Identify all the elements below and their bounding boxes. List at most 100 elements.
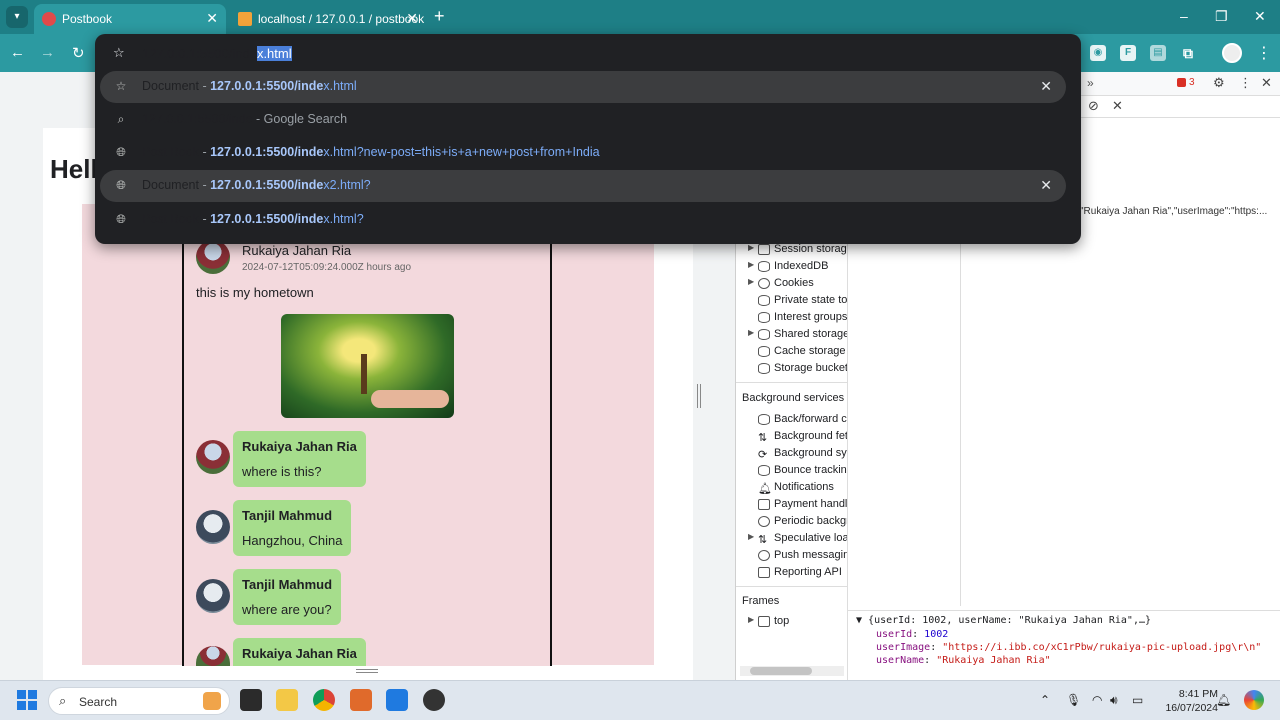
comment-author: Rukaiya Jahan Ria: [242, 439, 357, 454]
suggestion-url-match: 127.0.0.1:5500/inde: [210, 212, 324, 226]
star-icon: ☆: [115, 79, 127, 93]
clear-all-icon[interactable]: ⊘: [1088, 98, 1099, 114]
document-extension-icon[interactable]: ▤: [1150, 45, 1166, 61]
volume-icon[interactable]: 🔊︎: [1110, 693, 1118, 708]
console-prop-userId: userId: 1002: [876, 629, 949, 640]
tree-item-storage-buckets[interactable]: Storage buckets: [736, 361, 847, 377]
tree-item-background-fetch[interactable]: ⇅ Background fetc: [736, 429, 847, 445]
tree-item-indexeddb[interactable]: ▶ IndexedDB: [736, 259, 847, 275]
browser-menu-icon[interactable]: ⋮: [1256, 43, 1272, 63]
tree-item-shared-storage[interactable]: ▶ Shared storage: [736, 327, 847, 343]
remove-suggestion-icon[interactable]: ✕: [1040, 78, 1052, 95]
comment-bubble: Rukaiya Jahan Ria: [233, 638, 366, 666]
suggestion-title: Post Book: [142, 212, 199, 226]
tree-item-background-sync[interactable]: ⟳Background sync: [736, 446, 847, 462]
more-tabs-icon[interactable]: »: [1087, 76, 1094, 90]
tree-item-speculative-loads[interactable]: ▶ ⇅ Speculative load: [736, 531, 847, 547]
tab-postbook[interactable]: Postbook ✕: [34, 4, 226, 34]
comment-avatar: [196, 440, 230, 474]
comment-author: Tanjil Mahmud: [242, 508, 333, 523]
tree-item-session-storage[interactable]: ▶ Session storage: [736, 242, 847, 258]
notifications-bell-icon[interactable]: 🔔︎: [1216, 693, 1231, 707]
search-icon: ⌕: [117, 112, 125, 126]
chrome-icon[interactable]: [313, 689, 335, 711]
start-button-icon[interactable]: [17, 690, 37, 710]
settings-gear-icon[interactable]: ⚙: [1213, 75, 1225, 91]
close-devtools-icon[interactable]: ✕: [1261, 75, 1272, 91]
clock-time: 8:41 PM: [1178, 688, 1218, 700]
tree-item-bounce-tracking[interactable]: Bounce tracking: [736, 463, 847, 479]
profile-avatar[interactable]: [1222, 43, 1242, 63]
tree-item-reporting-api[interactable]: Reporting API: [736, 565, 847, 581]
devtools-menu-icon[interactable]: ⋮: [1239, 75, 1252, 91]
forward-arrow-icon[interactable]: →: [40, 44, 55, 61]
delete-selected-icon[interactable]: ✕: [1112, 98, 1123, 114]
search-highlight-icon: [203, 692, 221, 710]
remove-suggestion-icon[interactable]: ✕: [1040, 177, 1052, 194]
page-favicon-icon: [42, 12, 56, 26]
tree-item-interest-groups[interactable]: Interest groups: [736, 310, 847, 326]
post-author-name: Rukaiya Jahan Ria: [242, 243, 352, 258]
clock-date: 16/07/2024: [1165, 702, 1218, 714]
typed-text: 127.0.0.1:5500/inde: [142, 46, 257, 61]
github-desktop-icon[interactable]: [423, 689, 445, 711]
comment-author: Tanjil Mahmud: [242, 577, 333, 592]
console-object-summary[interactable]: ▼ {userId: 1002, userName: "Rukaiya Jaha…: [856, 615, 1151, 626]
tree-item-cache-storage[interactable]: Cache storage: [736, 344, 847, 360]
new-tab-button[interactable]: +: [434, 6, 445, 27]
minimize-icon[interactable]: –: [1180, 8, 1188, 24]
extensions-puzzle-icon[interactable]: ⧉: [1180, 45, 1196, 61]
devtools-resize-handle[interactable]: [697, 384, 701, 408]
drawer-resize-handle[interactable]: [356, 669, 378, 673]
vscode-icon[interactable]: [386, 689, 408, 711]
comment-avatar: [196, 579, 230, 613]
tree-item-frame-top[interactable]: ▶ top: [736, 614, 847, 630]
battery-icon[interactable]: ▭: [1132, 693, 1143, 707]
task-view-icon[interactable]: [240, 689, 262, 711]
tab-phpmyadmin[interactable]: localhost / 127.0.0.1 / postbook ✕: [230, 4, 426, 34]
tree-item-periodic-background-sync[interactable]: Periodic backgro: [736, 514, 847, 530]
font-extension-icon[interactable]: F: [1120, 45, 1136, 61]
suggestion-url-match: 127.0.0.1:5500/inde: [210, 178, 324, 192]
suggestion-row[interactable]: 🌐︎ Post Book - 127.0.0.1:5500/index.html…: [100, 137, 1066, 169]
tree-item-cookies[interactable]: ▶ Cookies: [736, 276, 847, 292]
tree-item-push-messaging[interactable]: Push messaging: [736, 548, 847, 564]
tray-overflow-icon[interactable]: ⌃: [1040, 693, 1050, 707]
tree-item-notifications[interactable]: 🔔︎ Notifications: [736, 480, 847, 496]
hand-shape: [371, 390, 449, 408]
camera-extension-icon[interactable]: ◉: [1090, 45, 1106, 61]
suggestion-row[interactable]: ⌕ 127.0.0.1:5500/inde - Google Search: [100, 104, 1066, 136]
post-timestamp: 2024-07-12T05:09:24.000Z hours ago: [242, 262, 412, 273]
tree-item-back-forward-cache[interactable]: Back/forward cac: [736, 412, 847, 428]
copilot-icon[interactable]: [1244, 690, 1264, 710]
restore-icon[interactable]: ❐: [1215, 8, 1228, 25]
tab-strip: ▾ Postbook ✕ localhost / 127.0.0.1 / pos…: [0, 0, 1280, 34]
tree-item-payment-handler[interactable]: Payment handler: [736, 497, 847, 513]
console-prop-userImage: userImage: "https://i.ibb.co/xC1rPbw/ruk…: [876, 642, 1262, 653]
tab-search-button[interactable]: ▾: [6, 6, 28, 28]
close-window-icon[interactable]: ✕: [1254, 8, 1266, 25]
globe-icon: 🌐︎: [116, 145, 126, 159]
suggestion-url-rest: x.html: [323, 79, 357, 93]
xampp-icon[interactable]: [350, 689, 372, 711]
suggestion-row[interactable]: 🌐︎ Post Book - 127.0.0.1:5500/index.html…: [100, 204, 1066, 236]
close-tab-icon[interactable]: ✕: [406, 10, 418, 27]
windows-taskbar: ⌕ Search ⌃ 🎙︎ ◠ 🔊︎ ▭ 8:41 PM 16/07/2024 …: [0, 680, 1280, 720]
tree-item-private-state-tokens[interactable]: Private state toke: [736, 293, 847, 309]
reload-icon[interactable]: ↻: [72, 44, 85, 62]
microphone-icon[interactable]: 🎙︎: [1066, 693, 1081, 707]
comment-bubble: Rukaiya Jahan Ria where is this?: [233, 431, 366, 487]
taskbar-search[interactable]: ⌕ Search: [48, 687, 230, 715]
close-tab-icon[interactable]: ✕: [206, 10, 218, 27]
sidebar-scrollbar[interactable]: [740, 666, 844, 676]
address-bar-input[interactable]: 127.0.0.1:5500/index.html: [142, 46, 292, 61]
bookmark-star-icon[interactable]: ☆: [113, 45, 125, 61]
suggestion-row[interactable]: ☆ Document - 127.0.0.1:5500/index.html ✕: [100, 71, 1066, 103]
back-arrow-icon[interactable]: ←: [10, 44, 25, 61]
file-explorer-icon[interactable]: [276, 689, 298, 711]
suggestion-url-rest: x.html?new-post=this+is+a+new+post+from+…: [323, 145, 600, 159]
suggestion-row[interactable]: 🌐︎ Document - 127.0.0.1:5500/index2.html…: [100, 170, 1066, 202]
wifi-icon[interactable]: ◠: [1092, 693, 1102, 707]
system-clock[interactable]: 8:41 PM 16/07/2024: [1158, 687, 1218, 715]
issues-icon[interactable]: [1177, 78, 1186, 87]
